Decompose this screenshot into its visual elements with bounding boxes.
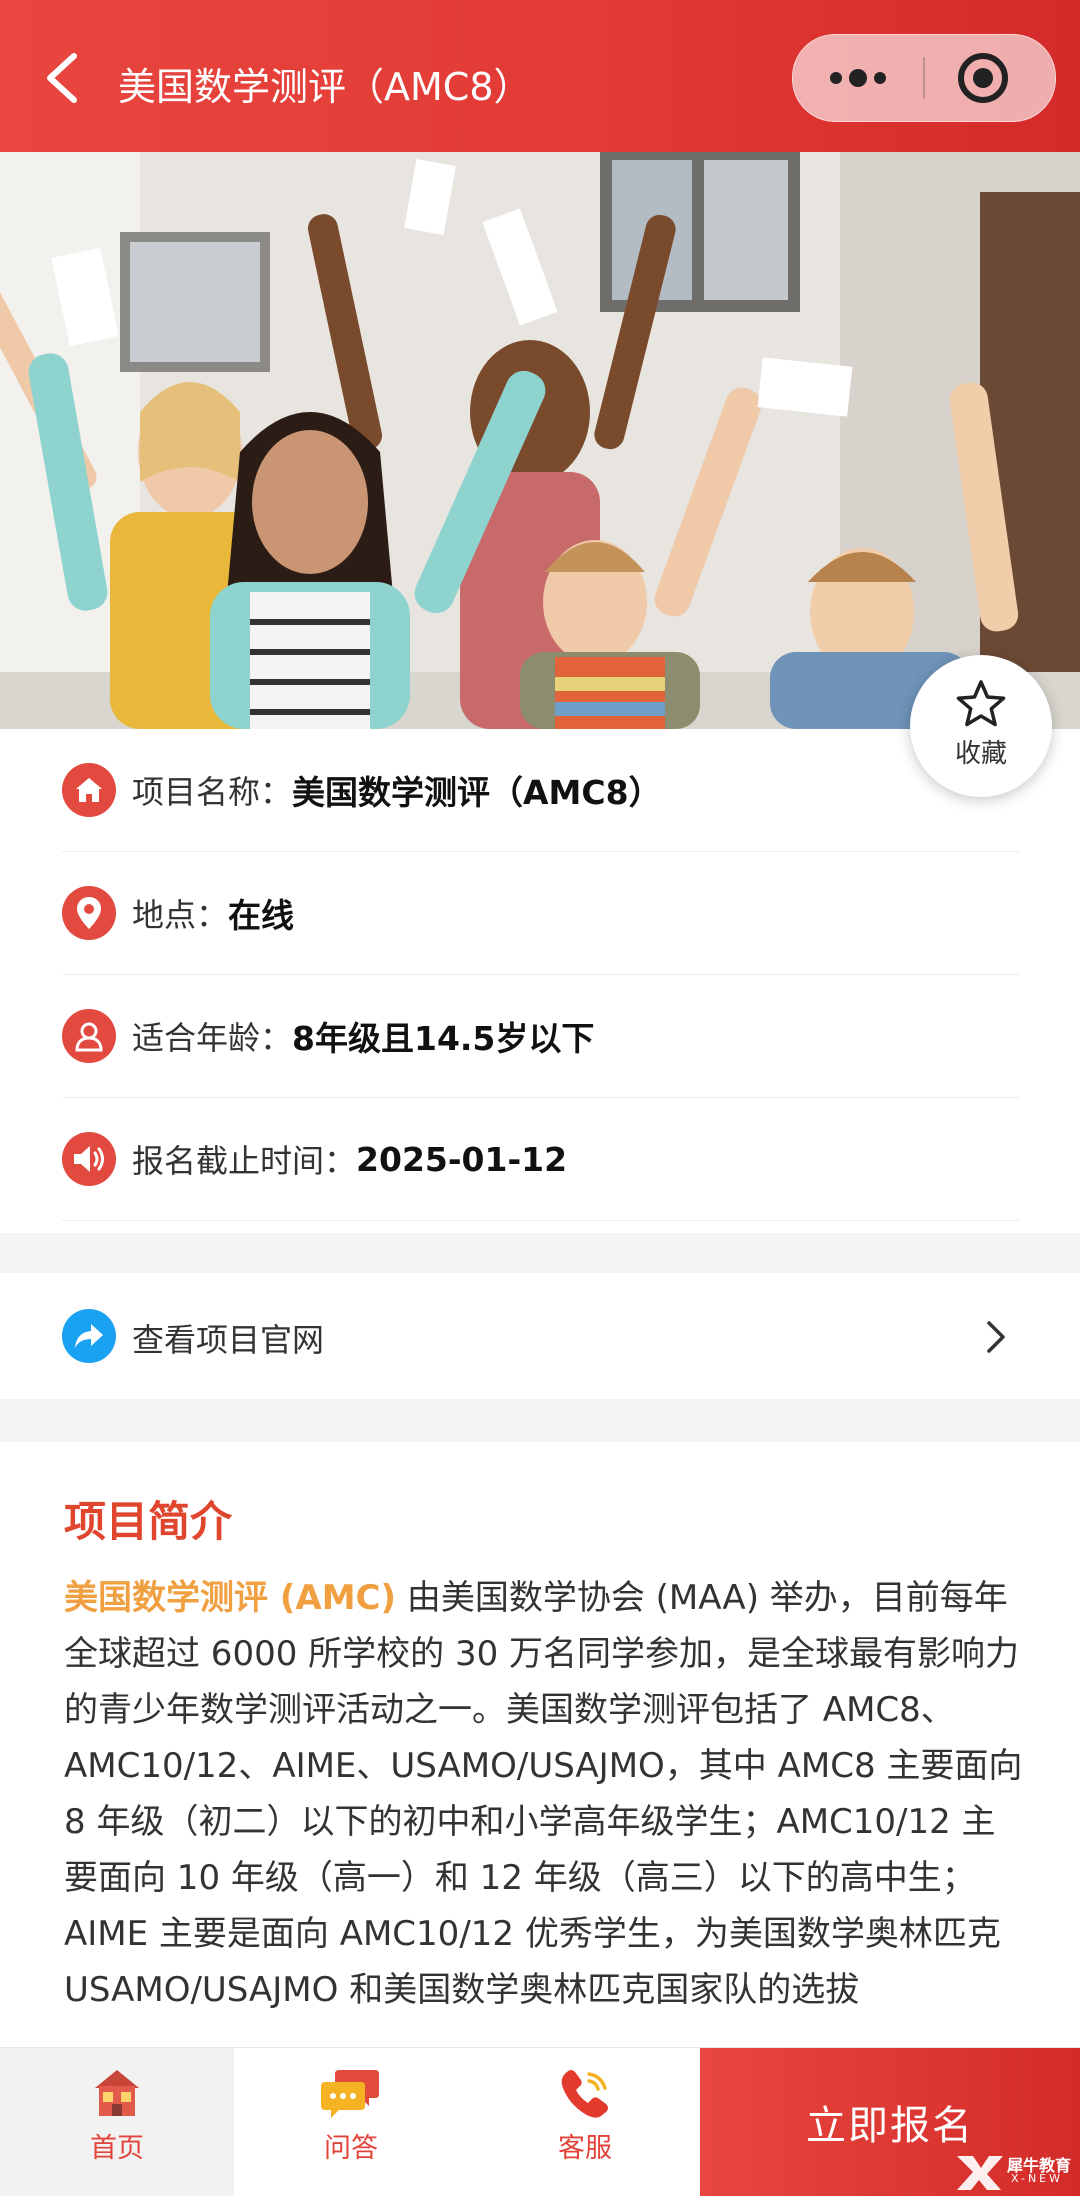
chevron-left-icon [47, 53, 77, 103]
tab-home[interactable]: 首页 [0, 2048, 234, 2196]
info-row-location: 地点： 在线 [62, 852, 1020, 975]
info-label: 地点： [132, 896, 229, 934]
bottom-tab-bar: 首页 问答 客服 立即报名 [0, 2047, 1080, 2196]
info-label: 项目名称： [132, 773, 293, 811]
info-label: 适合年龄： [132, 1019, 293, 1057]
favorite-label: 收藏 [954, 739, 1007, 769]
website-label: 查看项目官网 [132, 1321, 325, 1359]
project-info-card: 项目名称： 美国数学测评（AMC8） 地点： 在线 适合年龄： 8年级且14.5… [0, 729, 1080, 1233]
info-value: 美国数学测评（AMC8） [292, 773, 662, 812]
intro-text: 由美国数学协会 (MAA) 举办，目前每年全球超过 6000 所学校的 30 万… [64, 1578, 1023, 2010]
brand-logo-icon [957, 2156, 1003, 2190]
tab-qa[interactable]: 问答 [234, 2048, 468, 2196]
tab-qa-label: 问答 [324, 2133, 378, 2164]
official-website-link[interactable]: 查看项目官网 [0, 1273, 1080, 1399]
info-label: 报名截止时间： [132, 1142, 357, 1180]
favorite-button[interactable]: 收藏 [910, 655, 1052, 797]
chevron-right-icon [987, 1321, 1005, 1353]
brand-watermark-sub: X-NEW [1011, 2172, 1064, 2185]
intro-highlight: 美国数学测评 (AMC) [64, 1578, 397, 1618]
share-arrow-icon [62, 1309, 116, 1363]
chat-bubbles-icon [321, 2070, 379, 2118]
page-title: 美国数学测评（AMC8） [118, 65, 532, 109]
speaker-icon [62, 1132, 116, 1186]
phone-icon [561, 2070, 608, 2118]
tab-service-label: 客服 [558, 2133, 612, 2164]
more-dots-icon [830, 69, 886, 87]
info-value: 在线 [228, 896, 295, 935]
info-row-deadline: 报名截止时间： 2025-01-12 [62, 1098, 1020, 1221]
back-button[interactable] [38, 48, 88, 108]
user-icon [62, 1009, 116, 1063]
brand-watermark: 犀牛教育 X-NEW [955, 2150, 1071, 2194]
intro-paragraph: 美国数学测评 (AMC) 由美国数学协会 (MAA) 举办，目前每年全球超过 6… [64, 1570, 1024, 2018]
close-mini-program-button[interactable] [925, 35, 1055, 121]
top-nav-bar: 美国数学测评（AMC8） [0, 0, 1080, 152]
info-row-project-name: 项目名称： 美国数学测评（AMC8） [62, 729, 1020, 852]
tab-customer-service[interactable]: 客服 [468, 2048, 702, 2196]
section-title: 项目简介 [64, 1497, 233, 1546]
hero-image [0, 152, 1080, 729]
info-value: 2025-01-12 [356, 1139, 568, 1179]
home-icon [62, 763, 116, 817]
target-circle-icon [958, 53, 1008, 103]
more-button[interactable] [793, 35, 923, 121]
location-pin-icon [62, 886, 116, 940]
mini-program-capsule [792, 34, 1056, 122]
students-photo [0, 152, 1080, 729]
info-value: 8年级且14.5岁以下 [292, 1019, 595, 1058]
info-row-age: 适合年龄： 8年级且14.5岁以下 [62, 975, 1020, 1098]
house-icon [95, 2070, 139, 2116]
tab-home-label: 首页 [90, 2133, 144, 2164]
star-icon [956, 680, 1006, 727]
